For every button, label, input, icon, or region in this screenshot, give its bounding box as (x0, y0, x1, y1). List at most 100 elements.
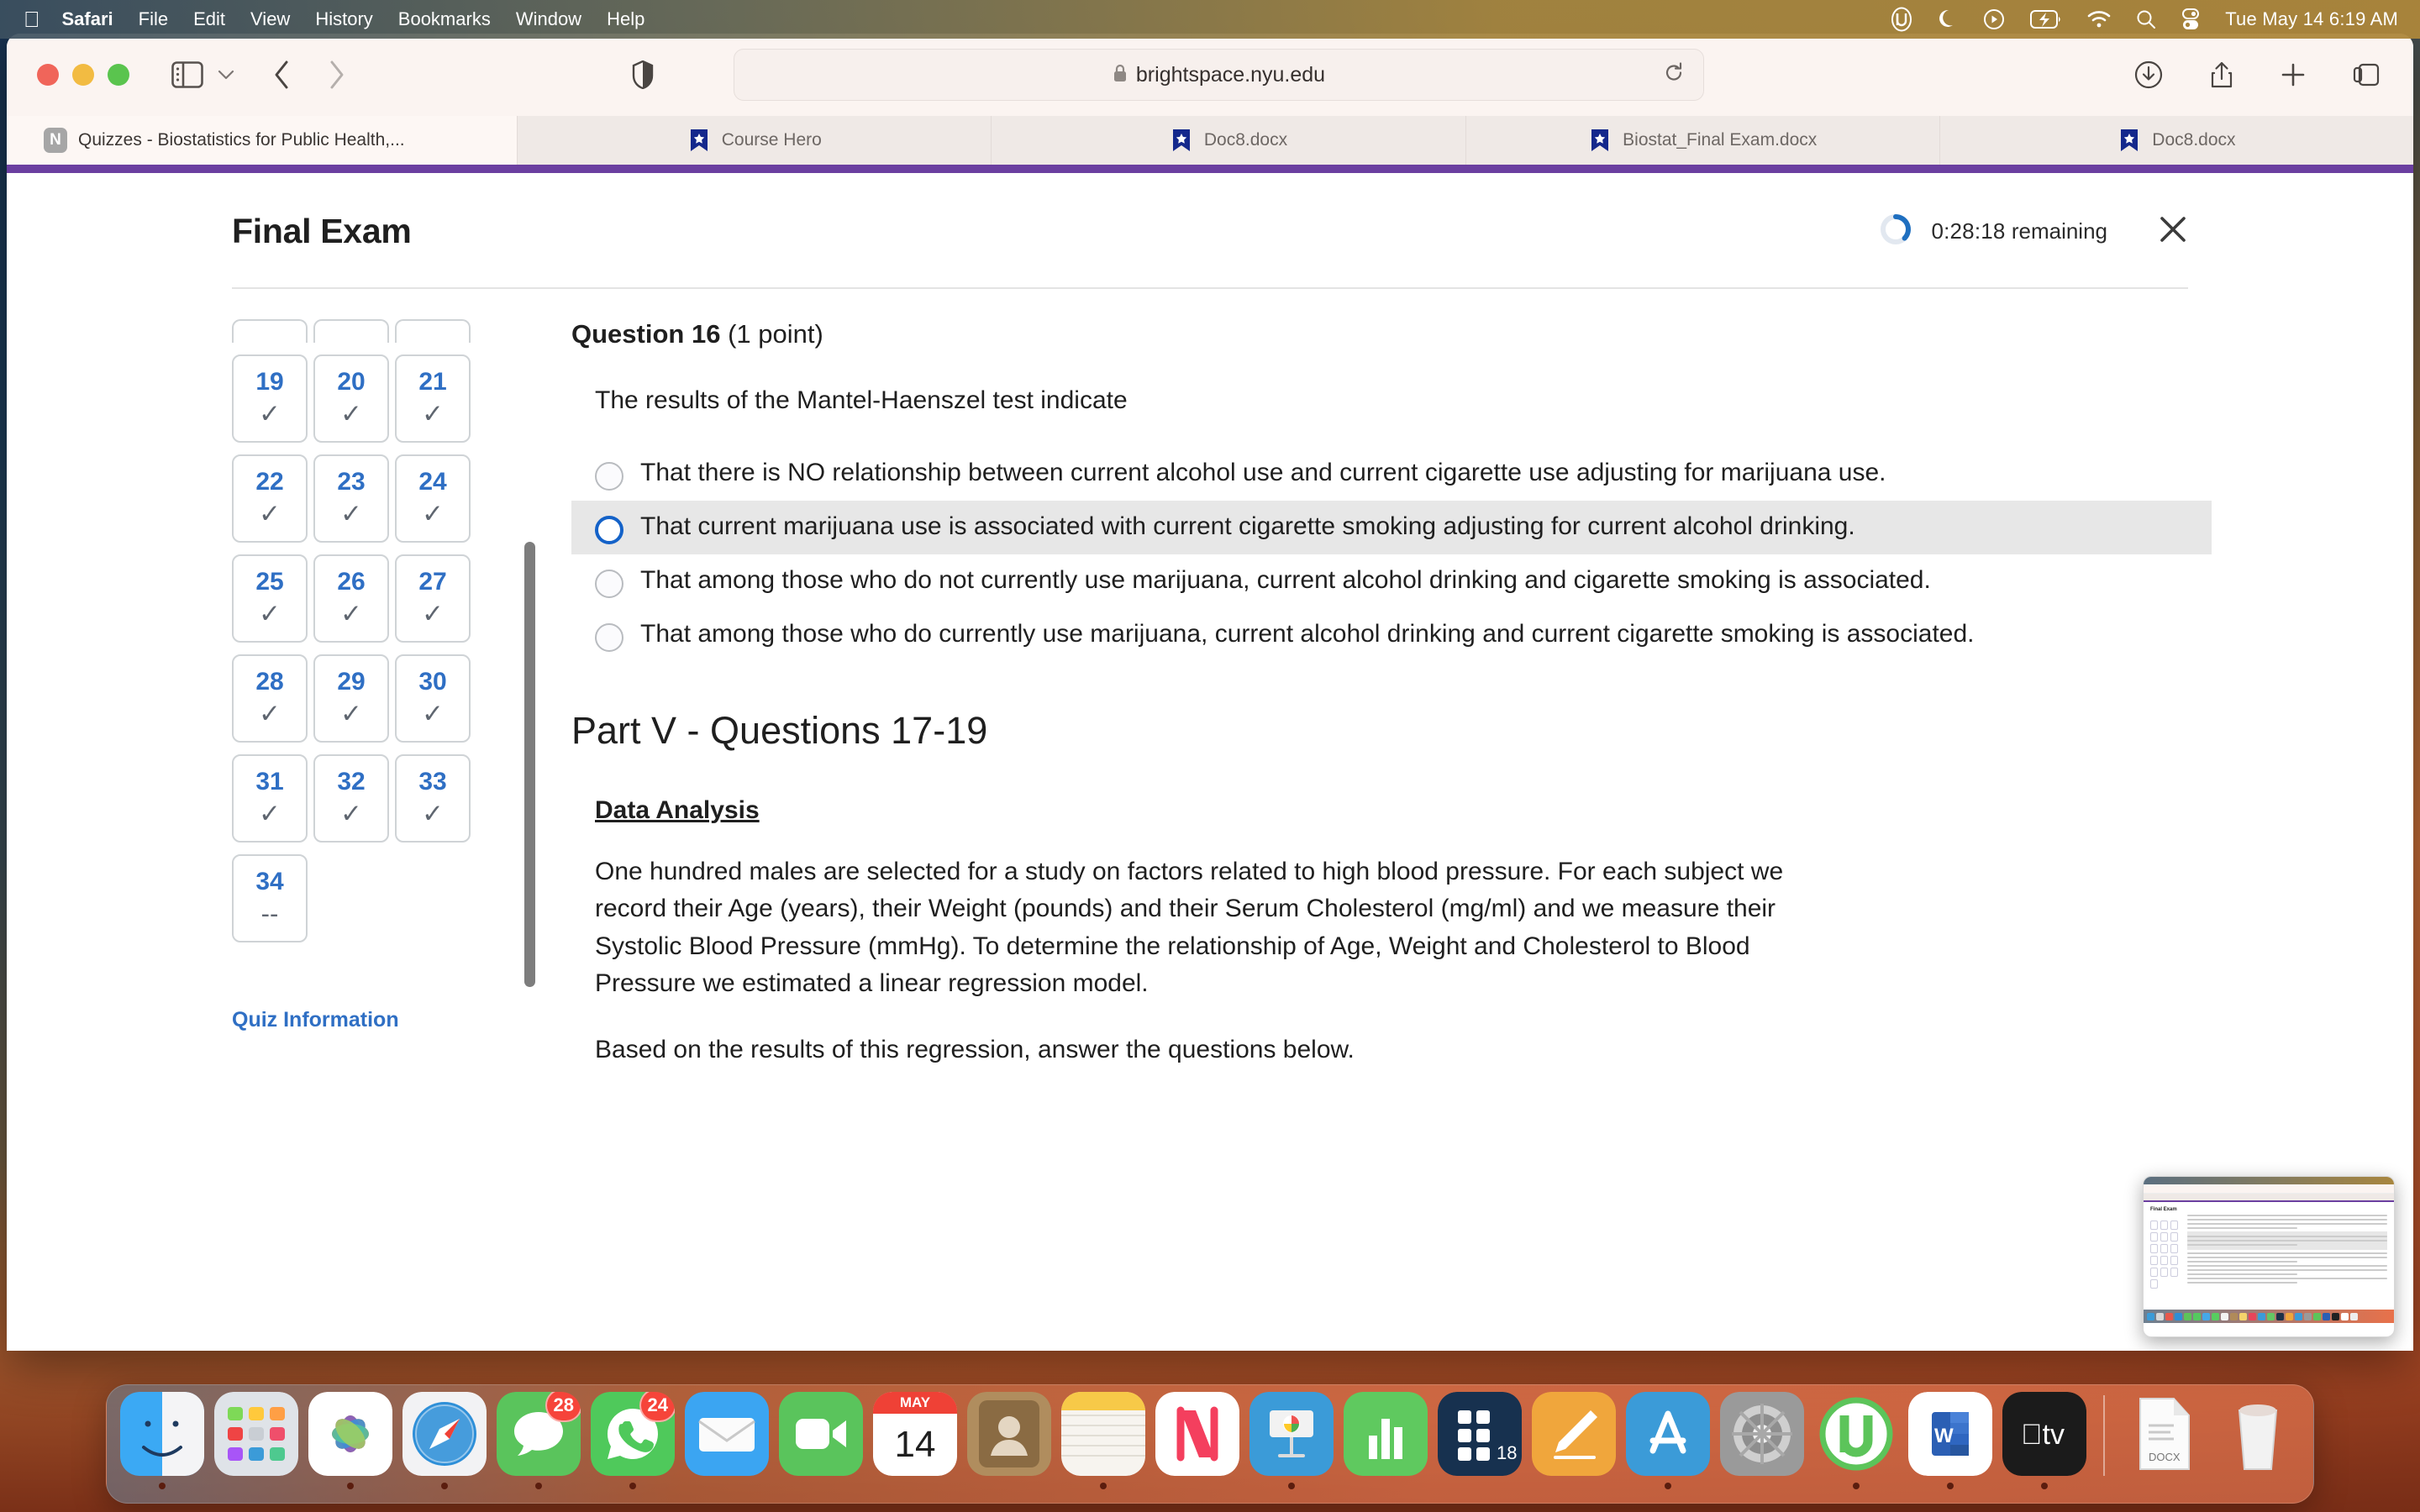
thumb-title: Final Exam (2150, 1207, 2177, 1212)
dock-item-microsoft-word[interactable]: W (1907, 1392, 1994, 1489)
dock-item-messages[interactable]: 28 (495, 1392, 582, 1489)
search-icon[interactable] (2136, 9, 2156, 29)
question-cell-partial[interactable] (313, 319, 389, 343)
reload-icon[interactable] (1663, 62, 1685, 88)
answer-option-4[interactable]: That among those who do currently use ma… (571, 608, 2212, 662)
dock-item-docx-file[interactable]: DOCX (2120, 1392, 2207, 1489)
question-cell-21[interactable]: 21 ✓ (395, 354, 471, 443)
dock-item-mail[interactable] (683, 1392, 771, 1489)
menu-item-file[interactable]: File (139, 8, 168, 30)
tab-quizzes-biostatistics[interactable]: N Quizzes - Biostatistics for Public Hea… (7, 116, 518, 165)
dock-item-contacts[interactable] (965, 1392, 1053, 1489)
radio-button-1[interactable] (595, 462, 623, 491)
radio-button-2[interactable] (595, 516, 623, 544)
utorrent-icon[interactable] (1891, 7, 1912, 32)
sidebar-icon[interactable] (171, 61, 203, 88)
quiz-information-link[interactable]: Quiz Information (232, 1008, 484, 1032)
dock-item-whatsapp[interactable]: 24 (589, 1392, 676, 1489)
dock-item-apple-tv[interactable]: tv (2001, 1392, 2088, 1489)
close-window-button[interactable] (37, 64, 59, 86)
dock-item-utorrent[interactable] (1812, 1392, 1900, 1489)
question-cell-26[interactable]: 26 ✓ (313, 554, 389, 643)
dock-item-numbers[interactable] (1342, 1392, 1429, 1489)
question-cell-32[interactable]: 32 ✓ (313, 754, 389, 843)
radio-button-4[interactable] (595, 623, 623, 652)
dock-item-keynote[interactable] (1248, 1392, 1335, 1489)
menu-item-safari[interactable]: Safari (62, 8, 113, 30)
tab-title: Doc8.docx (1203, 130, 1288, 150)
new-tab-icon[interactable] (2281, 62, 2306, 87)
question-content: Question 16 (1 point) The results of the… (484, 319, 2413, 1068)
menu-item-history[interactable]: History (315, 8, 372, 30)
question-cell-30[interactable]: 30 ✓ (395, 654, 471, 743)
dock-item-system-preferences[interactable] (1718, 1392, 1806, 1489)
dock-item-launchpad[interactable] (213, 1392, 300, 1489)
question-cell-27[interactable]: 27 ✓ (395, 554, 471, 643)
scrollbar-thumb[interactable] (524, 542, 535, 987)
menu-bar-clock[interactable]: Tue May 14 6:19 AM (2225, 8, 2398, 30)
question-cell-34[interactable]: 34 -- (232, 854, 308, 942)
tab-doc8-docx-2[interactable]: Doc8.docx (1939, 116, 2413, 165)
radio-button-3[interactable] (595, 570, 623, 598)
control-center-icon[interactable] (2181, 8, 2200, 30)
answer-option-2[interactable]: That current marijuana use is associated… (571, 501, 2212, 554)
question-cell-number: 31 (255, 767, 284, 795)
tab-course-hero[interactable]: Course Hero (518, 116, 992, 165)
question-cell-partial[interactable] (232, 319, 308, 343)
dock-item-news[interactable] (1154, 1392, 1241, 1489)
back-button[interactable] (272, 60, 291, 90)
menu-item-edit[interactable]: Edit (193, 8, 225, 30)
question-cell-23[interactable]: 23 ✓ (313, 454, 389, 543)
download-icon[interactable] (2134, 60, 2163, 89)
answer-option-1[interactable]: That there is NO relationship between cu… (571, 447, 2212, 501)
question-cell-24[interactable]: 24 ✓ (395, 454, 471, 543)
answer-option-3[interactable]: That among those who do not currently us… (571, 554, 2212, 608)
checkmark-icon: ✓ (259, 799, 281, 828)
dock-item-safari[interactable] (401, 1392, 488, 1489)
question-cell-28[interactable]: 28 ✓ (232, 654, 308, 743)
question-cell-33[interactable]: 33 ✓ (395, 754, 471, 843)
dock-item-facetime[interactable] (777, 1392, 865, 1489)
dock-item-finder[interactable] (118, 1392, 206, 1489)
question-cell-20[interactable]: 20 ✓ (313, 354, 389, 443)
minimize-window-button[interactable] (72, 64, 94, 86)
apple-tv-icon: tv (2002, 1392, 2086, 1476)
address-bar[interactable]: brightspace.nyu.edu (734, 49, 1704, 101)
battery-charging-icon[interactable] (2030, 10, 2062, 29)
question-cell-31[interactable]: 31 ✓ (232, 754, 308, 843)
question-cell-25[interactable]: 25 ✓ (232, 554, 308, 643)
dock-item-pages[interactable] (1530, 1392, 1618, 1489)
question-cell-29[interactable]: 29 ✓ (313, 654, 389, 743)
tab-biostat-final-exam-docx[interactable]: Biostat_Final Exam.docx (1465, 116, 1940, 165)
dock-item-tally[interactable]: 18 (1436, 1392, 1523, 1489)
dock-item-calendar[interactable]: MAY 14 (871, 1392, 959, 1489)
chevron-down-icon[interactable] (217, 69, 235, 81)
shield-icon[interactable] (632, 60, 654, 89)
question-cell-22[interactable]: 22 ✓ (232, 454, 308, 543)
dock-item-app-store[interactable] (1624, 1392, 1712, 1489)
tab-overview-icon[interactable] (2353, 62, 2380, 87)
share-icon[interactable] (2210, 60, 2233, 89)
forward-button[interactable] (328, 60, 346, 90)
play-circle-icon[interactable] (1983, 8, 2005, 30)
question-cell-partial[interactable] (395, 319, 471, 343)
dock-item-trash[interactable] (2214, 1392, 2302, 1489)
moon-icon[interactable] (1938, 8, 1958, 30)
scrollbar[interactable] (524, 542, 535, 987)
wifi-icon[interactable] (2087, 10, 2111, 29)
dock-item-photos[interactable] (307, 1392, 394, 1489)
tab-doc8-docx-1[interactable]: Doc8.docx (992, 116, 1466, 165)
lock-icon (1113, 63, 1128, 87)
menu-item-help[interactable]: Help (607, 8, 644, 30)
menu-item-view[interactable]: View (250, 8, 290, 30)
question-cell-19[interactable]: 19 ✓ (232, 354, 308, 443)
dock-separator (2103, 1395, 2105, 1476)
dock-item-notes[interactable] (1060, 1392, 1147, 1489)
menu-item-window[interactable]: Window (516, 8, 581, 30)
screenshot-preview-thumbnail[interactable]: Final Exam (2143, 1176, 2395, 1337)
quiz-page: Final Exam 0:28:18 remaining 19 ✓ 20 ✓ 2… (7, 173, 2413, 1351)
menu-item-bookmarks[interactable]: Bookmarks (398, 8, 491, 30)
zoom-window-button[interactable] (108, 64, 129, 86)
apple-logo-icon[interactable]:  (24, 8, 40, 30)
close-icon[interactable] (2158, 214, 2188, 249)
